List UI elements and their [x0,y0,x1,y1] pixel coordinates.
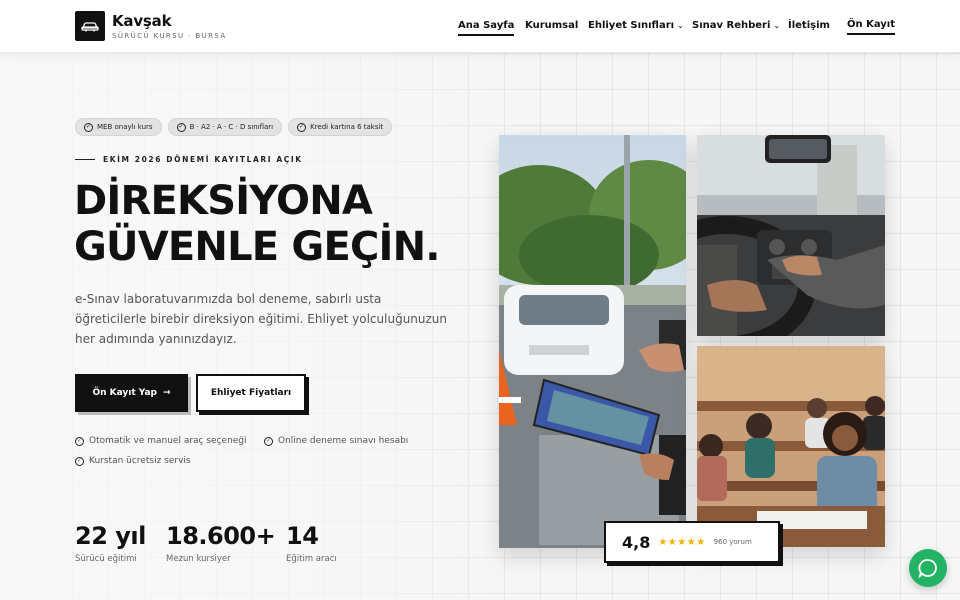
nav-label: Sınav Rehberi [692,20,771,31]
nav-item-kurumsal[interactable]: Kurumsal [525,20,578,31]
stat-label: Eğitim aracı [286,554,337,564]
instructor-photo [499,135,686,548]
arrow-right-icon: → [163,388,171,398]
nav-label: Kurumsal [525,20,579,31]
stat-value: 22 yıl [75,522,146,550]
nav-cta-on-kayit[interactable]: Ön Kayıt [847,19,896,35]
stat-label: Sürücü eğitimi [75,554,137,564]
check-circle-icon: ✓ [264,436,273,446]
chat-bubble-icon [918,559,937,578]
button-label: Ön Kayıt Yap [92,388,157,398]
nav-label: Ehliyet Sınıfları [588,20,675,31]
badge-label: MEB onaylı kurs [97,123,153,131]
feature-item: ✓ Otomatik ve manuel araç seçeneği [75,436,247,446]
check-circle-icon: ✓ [297,122,307,132]
nav-cta-label: Ön Kayıt [847,19,896,30]
badge-label: B · A2 · A · C · D sınıfları [189,123,274,131]
nav-label: Ana Sayfa [458,20,515,31]
hero-title-line: GÜVENLE GEÇİN. [74,224,440,270]
eyebrow-text: EKİM 2026 DÖNEMİ KAYITLARI AÇIK [103,155,303,164]
check-circle-icon: ✓ [75,436,84,446]
chevron-down-icon: ⌄ [677,21,684,30]
chevron-down-icon: ⌄ [773,21,781,30]
license-prices-button[interactable]: Ehliyet Fiyatları [196,374,306,412]
badge: ✓ Kredi kartına 6 taksit [288,118,393,136]
site-header: Kavşak SÜRÜCÜ KURSU · BURSA Ana Sayfa Ku… [0,0,960,53]
check-circle-icon: ✓ [75,456,84,466]
feature-label: Otomatik ve manuel araç seçeneği [89,436,247,446]
feature-label: Online deneme sınavı hesabı [278,436,409,446]
hero-title: DİREKSİYONA GÜVENLE GEÇİN. [74,178,440,270]
feature-label: Kurstan ücretsiz servis [89,456,191,466]
nav-item-sinav-rehberi[interactable]: Sınav Rehberi ⌄ [692,20,780,31]
stat-value: 18.600+ [166,522,276,550]
brand[interactable]: Kavşak SÜRÜCÜ KURSU · BURSA [112,12,227,40]
feature-item: ✓ Online deneme sınavı hesabı [264,436,408,446]
nav-item-ana-sayfa[interactable]: Ana Sayfa [458,20,515,36]
stat-value: 14 [286,522,319,550]
nav-item-iletisim[interactable]: İletişim [788,20,830,31]
review-count: 960 yorum [713,538,752,546]
badge-row: ✓ MEB onaylı kurs ✓ B · A2 · A · C · D sın… [75,118,393,136]
eyebrow: EKİM 2026 DÖNEMİ KAYITLARI AÇIK [75,155,303,164]
car-logo-icon[interactable] [75,11,105,41]
nav-item-ehliyet-siniflari[interactable]: Ehliyet Sınıfları ⌄ [588,20,684,31]
eyebrow-line [75,159,95,160]
whatsapp-chat-button[interactable] [909,549,947,587]
brand-subtitle: SÜRÜCÜ KURSU · BURSA [112,32,227,40]
check-circle-icon: ✓ [176,122,186,132]
nav-label: İletişim [788,20,830,31]
brand-name: Kavşak [112,12,172,30]
check-circle-icon: ✓ [84,122,93,132]
hero-title-line: DİREKSİYONA [74,178,373,224]
feature-item: ✓ Kurstan ücretsiz servis [75,456,191,466]
button-label: Ehliyet Fiyatları [210,388,292,398]
classroom-photo [697,346,885,547]
badge-label: Kredi kartına 6 taksit [310,123,384,131]
badge: ✓ B · A2 · A · C · D sınıfları [167,118,283,136]
badge: ✓ MEB onaylı kurs [75,118,162,136]
steering-wheel-photo [697,135,885,336]
stat: 18.600+ Mezun kursiyer [166,522,276,564]
rating-card[interactable]: 4,8 ★★★★★ 960 yorum [604,521,780,563]
stat: 22 yıl Sürücü eğitimi [75,522,146,564]
star-rating-icon: ★★★★★ [658,536,706,548]
hero-lead: e-Sınav laboratuvarımızda bol deneme, sa… [75,292,448,346]
pre-register-button[interactable]: Ön Kayıt Yap → [75,374,188,412]
stat: 14 Eğitim aracı [286,522,337,564]
stat-label: Mezun kursiyer [166,554,231,564]
rating-value: 4,8 [622,532,651,552]
